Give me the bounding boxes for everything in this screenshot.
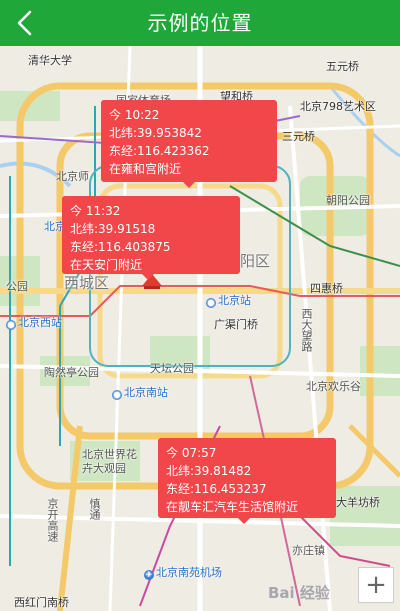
map-label: 亦庄镇 [292, 544, 325, 557]
plus-icon: + [365, 570, 387, 600]
page-title: 示例的位置 [147, 11, 253, 35]
map-label: 西大望路 [300, 308, 313, 352]
map-label: 西红门南桥 [14, 596, 69, 609]
map-label-text: 北京南苑机场 [156, 566, 222, 579]
map-view[interactable]: 清华大学 五元桥 国家体育场 望和桥 北京798艺术区 三元桥 北京师 朝阳公园… [0, 46, 400, 611]
map-label: 大羊坊桥 [336, 496, 380, 509]
callout-place: 在天安门附近 [70, 258, 143, 272]
map-label: 朝阳公园 [326, 194, 370, 207]
callout-time: 今 07:57 [166, 446, 217, 460]
map-label: 广渠门桥 [214, 318, 258, 331]
map-label: 四惠桥 [310, 282, 343, 295]
subway-icon: ● [6, 320, 16, 330]
map-label-text: 北京西站 [18, 316, 62, 329]
location-callout-3[interactable]: 今 07:57 北纬:39.81482 东经:116.453237 在靓车汇汽车… [158, 438, 336, 524]
map-label: 天坛公园 [150, 362, 194, 375]
map-label-text: 北京站 [218, 294, 251, 307]
callout-time: 今 10:22 [109, 108, 160, 122]
callout-longitude: 东经:116.403875 [70, 240, 171, 254]
map-label: 北京798艺术区 [300, 100, 376, 113]
callout-place: 在雍和宫附近 [109, 162, 182, 176]
callout-time: 今 11:32 [70, 204, 121, 218]
map-label: 陶然亭公园 [44, 366, 99, 379]
callout-pointer [183, 182, 195, 188]
map-label: ✈ 北京南苑机场 [144, 564, 222, 580]
callout-latitude: 北纬:39.91518 [70, 222, 156, 236]
map-label: 慎通 [88, 498, 101, 520]
callout-pointer [142, 274, 154, 280]
map-label-text: 北京南站 [124, 386, 168, 399]
map-label: 京开高速 [46, 498, 59, 542]
map-label: ● 北京南站 [112, 384, 168, 400]
callout-latitude: 北纬:39.81482 [166, 464, 252, 478]
location-callout-2[interactable]: 今 11:32 北纬:39.91518 东经:116.403875 在天安门附近 [62, 196, 240, 280]
map-label: 西城区 [64, 274, 110, 292]
callout-longitude: 东经:116.423362 [109, 144, 210, 158]
callout-place: 在靓车汇汽车生活馆附近 [166, 500, 299, 514]
map-label: 清华大学 [28, 54, 72, 67]
map-label: 北京世界花卉大观园 [82, 448, 137, 475]
map-label: ● 北京西站 [6, 314, 62, 330]
map-label: 公园 [6, 280, 28, 293]
callout-longitude: 东经:116.453237 [166, 482, 267, 496]
subway-icon: ● [112, 390, 122, 400]
map-label: 北京师 [56, 170, 89, 183]
zoom-in-button[interactable]: + [358, 567, 394, 603]
map-label: 阳区 [240, 252, 271, 270]
baidu-watermark: Bai 经验 [268, 584, 330, 602]
title-bar: 示例的位置 [0, 0, 400, 46]
airport-icon: ✈ [144, 570, 154, 580]
map-label: 五元桥 [326, 60, 359, 73]
callout-pointer [238, 518, 250, 524]
location-callout-1[interactable]: 今 10:22 北纬:39.953842 东经:116.423362 在雍和宫附… [101, 100, 277, 188]
map-label: 北京欢乐谷 [306, 380, 361, 393]
subway-icon: ● [206, 298, 216, 308]
map-label: 三元桥 [282, 130, 315, 143]
map-label: ● 北京站 [206, 292, 251, 308]
callout-latitude: 北纬:39.953842 [109, 126, 202, 140]
